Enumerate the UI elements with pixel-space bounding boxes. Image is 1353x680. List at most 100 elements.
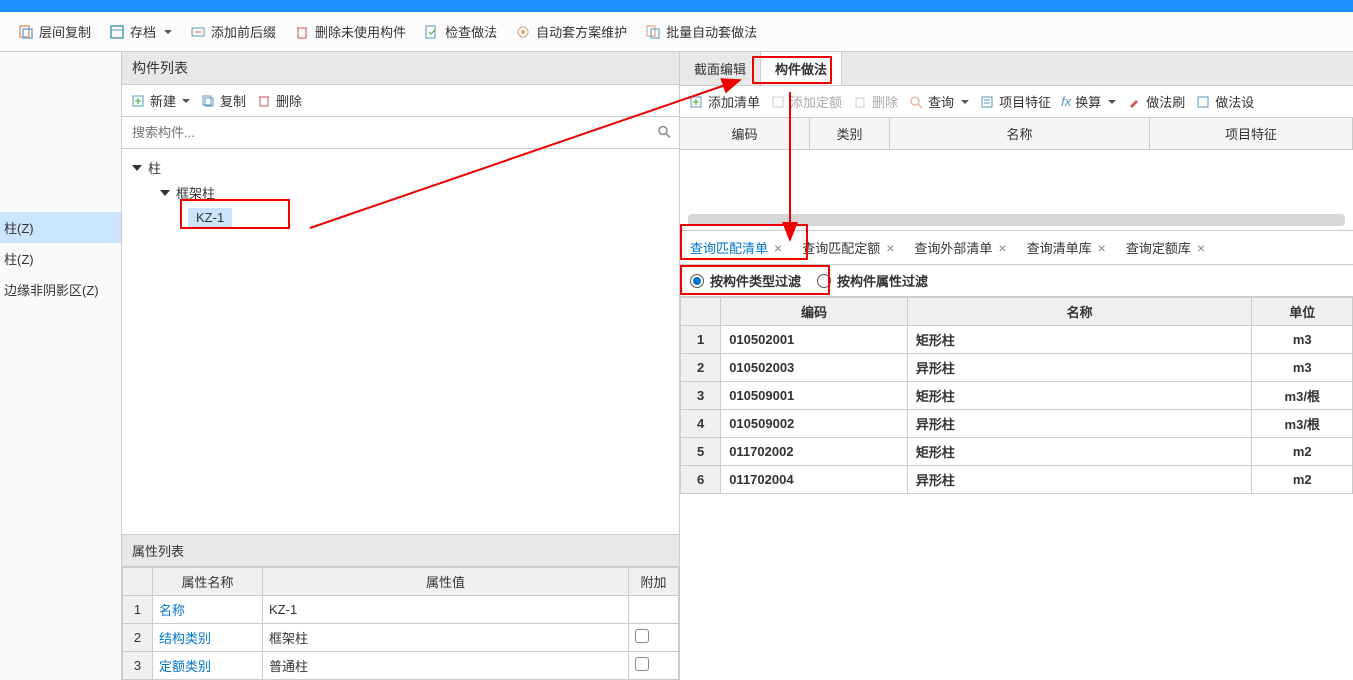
col-unit: 单位 <box>1252 298 1353 326</box>
left-sidebar: 柱(Z) 柱(Z) 边缘非阴影区(Z) <box>0 52 122 680</box>
prop-row[interactable]: 1 名称 KZ-1 <box>123 596 679 624</box>
query-tab-match-list[interactable]: 查询匹配清单 × <box>680 231 792 264</box>
delete-label: 删除 <box>276 91 302 110</box>
result-unit: m2 <box>1252 438 1353 466</box>
sidebar-item[interactable]: 柱(Z) <box>0 243 121 274</box>
col-code: 编码 <box>721 298 908 326</box>
tab-section-edit[interactable]: 截面编辑 <box>680 52 761 85</box>
right-panel: 截面编辑 构件做法 添加清单 添加定额 删除 <box>680 52 1353 680</box>
top-accent-bar <box>0 0 1353 12</box>
prop-value[interactable]: 普通柱 <box>263 652 629 680</box>
delete-icon <box>256 93 272 109</box>
query-tab-match-quota[interactable]: 查询匹配定额 × <box>792 231 904 264</box>
filter-by-prop-radio[interactable]: 按构件属性过滤 <box>817 271 928 290</box>
brush-icon <box>1126 94 1142 110</box>
col-name: 名称 <box>890 118 1150 149</box>
search-input[interactable] <box>122 117 679 148</box>
result-code: 011702002 <box>721 438 908 466</box>
add-list-button[interactable]: 添加清单 <box>688 92 760 111</box>
prop-extra[interactable] <box>629 652 679 680</box>
prop-row[interactable]: 2 结构类别 框架柱 <box>123 624 679 652</box>
prop-value[interactable]: 框架柱 <box>263 624 629 652</box>
prop-col-value: 属性值 <box>263 568 629 596</box>
result-name: 矩形柱 <box>907 438 1252 466</box>
result-rownum: 4 <box>681 410 721 438</box>
result-name: 异形柱 <box>907 466 1252 494</box>
result-row[interactable]: 1 010502001 矩形柱 m3 <box>681 326 1353 354</box>
delete-unused-button[interactable]: 删除未使用构件 <box>286 18 414 45</box>
add-prefix-suffix-button[interactable]: 添加前后缀 <box>182 18 284 45</box>
query-tab-quota-lib[interactable]: 查询定额库 × <box>1116 231 1215 264</box>
tree-node-child[interactable]: 框架柱 <box>160 180 669 205</box>
result-code: 010502003 <box>721 354 908 382</box>
feature-icon <box>979 94 995 110</box>
method-table-header: 编码 类别 名称 项目特征 <box>680 118 1353 150</box>
result-unit: m3 <box>1252 326 1353 354</box>
delete-button[interactable]: 删除 <box>256 91 302 110</box>
close-icon[interactable]: × <box>1197 240 1205 256</box>
convert-button[interactable]: fx 换算 <box>1061 92 1116 111</box>
close-icon[interactable]: × <box>774 240 782 256</box>
chevron-down-icon <box>182 99 190 103</box>
prop-row[interactable]: 3 定额类别 普通柱 <box>123 652 679 680</box>
result-code: 011702004 <box>721 466 908 494</box>
result-row[interactable]: 3 010509001 矩形柱 m3/根 <box>681 382 1353 410</box>
method-brush-button[interactable]: 做法刷 <box>1126 92 1185 111</box>
query-tab-external[interactable]: 查询外部清单 × <box>904 231 1016 264</box>
project-feature-button[interactable]: 项目特征 <box>979 92 1051 111</box>
right-tab-bar: 截面编辑 构件做法 <box>680 52 1353 86</box>
result-row[interactable]: 6 011702004 异形柱 m2 <box>681 466 1353 494</box>
prop-rownum: 1 <box>123 596 153 624</box>
result-rownum: 2 <box>681 354 721 382</box>
radio-icon <box>817 274 831 288</box>
close-icon[interactable]: × <box>1098 240 1106 256</box>
new-label: 新建 <box>150 91 176 110</box>
prop-name: 结构类别 <box>153 624 263 652</box>
auto-maintain-button[interactable]: 自动套方案维护 <box>507 18 635 45</box>
close-icon[interactable]: × <box>998 240 1006 256</box>
filter-prop-label: 按构件属性过滤 <box>837 271 928 290</box>
query-tab-list-lib[interactable]: 查询清单库 × <box>1017 231 1116 264</box>
result-unit: m3 <box>1252 354 1353 382</box>
result-name: 异形柱 <box>907 410 1252 438</box>
search-icon[interactable] <box>657 124 671 141</box>
filter-type-label: 按构件类型过滤 <box>710 271 801 290</box>
close-icon[interactable]: × <box>886 240 894 256</box>
result-row[interactable]: 4 010509002 异形柱 m3/根 <box>681 410 1353 438</box>
method-table-body <box>680 150 1353 210</box>
qtab-label: 查询定额库 <box>1126 238 1191 257</box>
new-button[interactable]: 新建 <box>130 91 190 110</box>
col-name: 名称 <box>907 298 1252 326</box>
copy-button[interactable]: 复制 <box>200 91 246 110</box>
result-rownum: 3 <box>681 382 721 410</box>
batch-icon <box>645 24 661 40</box>
layer-copy-button[interactable]: 层间复制 <box>10 18 99 45</box>
expand-icon <box>132 165 142 171</box>
result-unit: m3/根 <box>1252 410 1353 438</box>
prop-name: 名称 <box>153 596 263 624</box>
method-more-button[interactable]: 做法设 <box>1195 92 1254 111</box>
result-code: 010509001 <box>721 382 908 410</box>
result-unit: m2 <box>1252 466 1353 494</box>
check-method-button[interactable]: 检查做法 <box>416 18 505 45</box>
prop-extra[interactable] <box>629 624 679 652</box>
query-button[interactable]: 查询 <box>908 92 969 111</box>
sidebar-item[interactable]: 边缘非阴影区(Z) <box>0 274 121 305</box>
delete-icon <box>852 94 868 110</box>
radio-icon <box>690 274 704 288</box>
tree-node-leaf[interactable]: KZ-1 <box>188 205 669 230</box>
prop-value[interactable]: KZ-1 <box>263 596 629 624</box>
filter-by-type-radio[interactable]: 按构件类型过滤 <box>690 271 801 290</box>
result-row[interactable]: 2 010502003 异形柱 m3 <box>681 354 1353 382</box>
sidebar-item[interactable]: 柱(Z) <box>0 212 121 243</box>
property-header: 属性列表 <box>122 535 679 567</box>
batch-auto-button[interactable]: 批量自动套做法 <box>637 18 765 45</box>
col-code: 编码 <box>680 118 810 149</box>
scrollbar[interactable] <box>688 214 1345 226</box>
archive-button[interactable]: 存档 <box>101 18 180 45</box>
tree-node-root[interactable]: 柱 <box>132 155 669 180</box>
tab-component-method[interactable]: 构件做法 <box>761 52 842 85</box>
search-box <box>122 117 679 149</box>
result-row[interactable]: 5 011702002 矩形柱 m2 <box>681 438 1353 466</box>
expand-icon <box>160 190 170 196</box>
